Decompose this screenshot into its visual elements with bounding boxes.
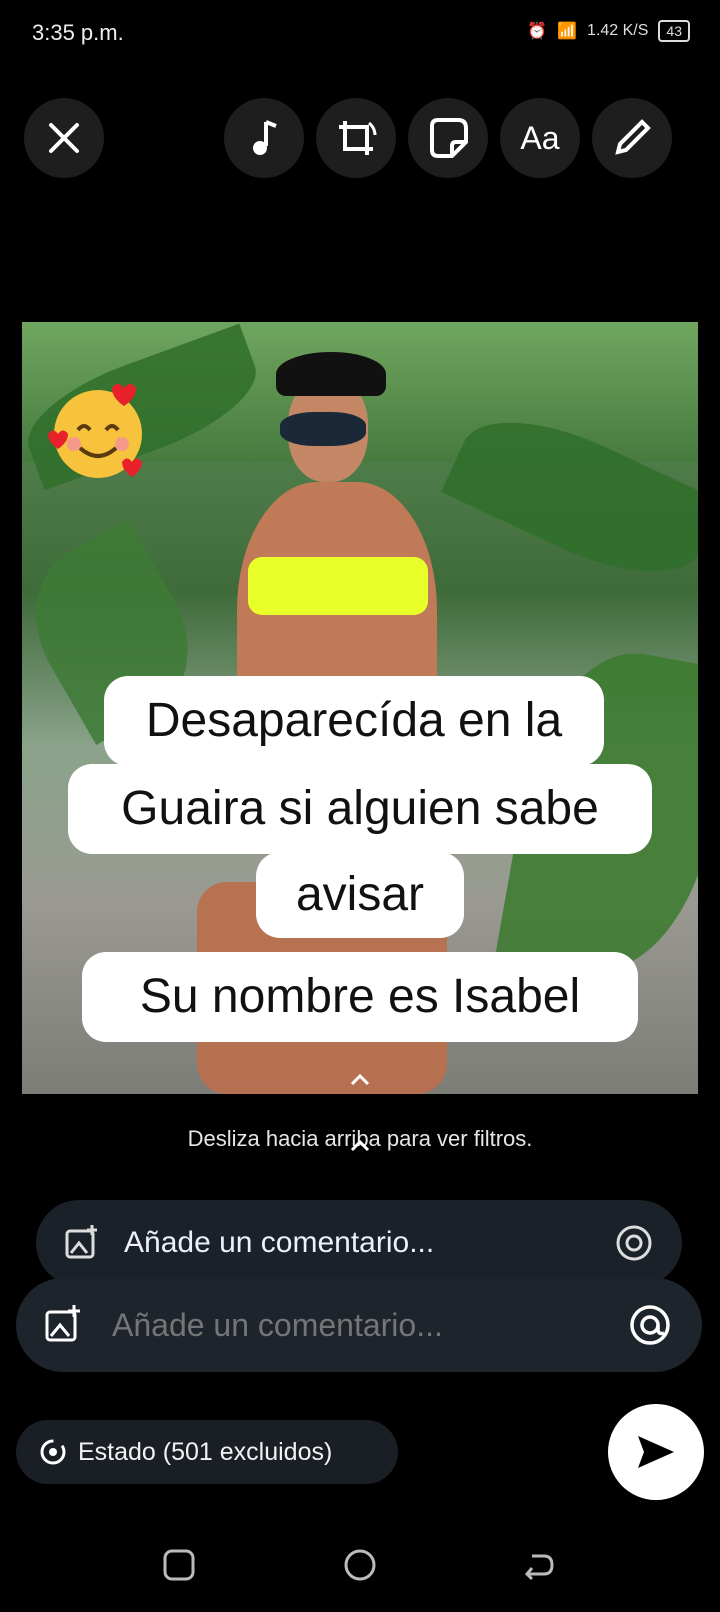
status-ring-icon <box>40 1439 66 1465</box>
text-tool-label: Aa <box>520 119 560 156</box>
audience-label: Estado (501 excluidos) <box>78 1437 333 1466</box>
chevron-up-icon <box>350 1140 370 1152</box>
comment-bar[interactable] <box>16 1278 702 1372</box>
close-button[interactable] <box>24 98 104 178</box>
back-icon[interactable] <box>522 1548 556 1582</box>
sticker-button[interactable] <box>408 98 488 178</box>
chevron-up-icon <box>350 1074 370 1086</box>
home-icon[interactable] <box>343 1548 377 1582</box>
add-photo-icon[interactable] <box>44 1305 84 1345</box>
send-button[interactable] <box>608 1404 704 1500</box>
network-speed: 1.42 K/S <box>587 22 649 39</box>
comment-input[interactable] <box>110 1305 628 1345</box>
caption-line-3[interactable]: avisar <box>256 852 464 938</box>
navigation-bar <box>0 1516 720 1612</box>
music-button[interactable] <box>224 98 304 178</box>
sticker-icon <box>430 118 468 158</box>
mention-icon[interactable] <box>628 1303 672 1347</box>
status-time: 3:35 p.m. <box>32 20 124 45</box>
send-icon <box>638 1436 674 1468</box>
audience-selector[interactable]: Estado (501 excluidos) <box>16 1420 398 1484</box>
draw-button[interactable] <box>592 98 672 178</box>
comment-placeholder-ghost: Añade un comentario... <box>124 1226 435 1259</box>
pencil-icon <box>615 119 651 155</box>
caption-line-1[interactable]: Desaparecída en la <box>104 676 604 766</box>
status-bar: 3:35 p.m. ⏰ 📶 1.42 K/S 43 <box>0 0 720 70</box>
wifi-icon: 📶 <box>557 23 578 40</box>
crop-rotate-icon <box>339 121 377 155</box>
comment-bar-ghost: Añade un comentario... <box>36 1200 682 1286</box>
status-icons: ⏰ 📶 1.42 K/S 43 <box>527 20 690 42</box>
smiling-face-hearts-icon[interactable] <box>46 378 150 482</box>
add-photo-icon <box>65 1225 97 1259</box>
alarm-icon: ⏰ <box>527 23 548 40</box>
music-note-icon <box>253 120 277 155</box>
battery-icon: 43 <box>658 20 690 42</box>
caption-name[interactable]: Su nombre es Isabel <box>82 952 638 1042</box>
recents-icon[interactable] <box>162 1548 196 1582</box>
close-icon <box>49 123 79 153</box>
crop-rotate-button[interactable] <box>316 98 396 178</box>
caption-line-2[interactable]: Guaira si alguien sabe <box>68 764 652 854</box>
text-button[interactable]: Aa <box>500 98 580 178</box>
mention-icon <box>616 1225 652 1261</box>
